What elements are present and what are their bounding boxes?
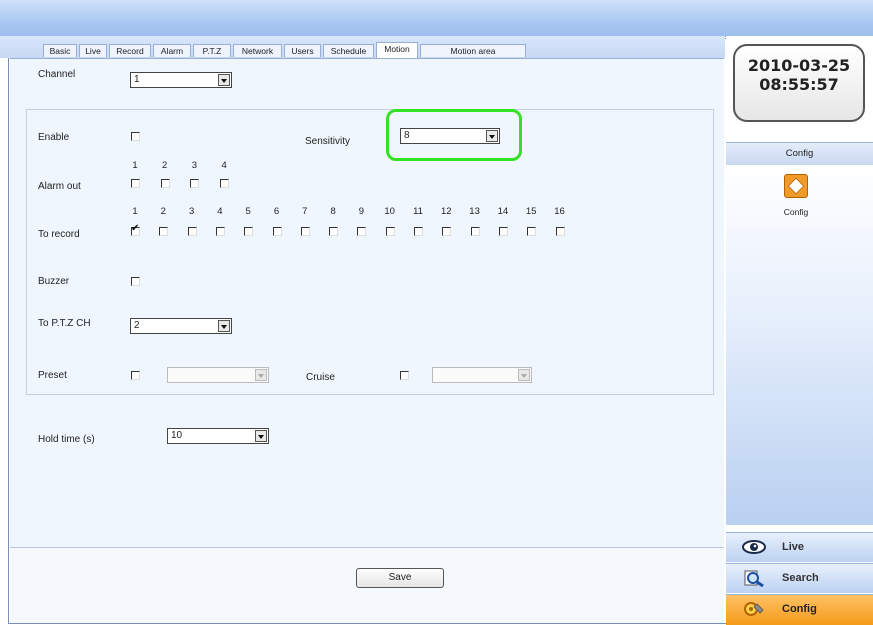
to-record-number: 6 — [273, 206, 280, 217]
config-panel-header: Config — [726, 142, 873, 166]
alarm-out-number: 2 — [162, 160, 168, 171]
to-record-checkbox[interactable] — [470, 227, 480, 236]
save-button[interactable]: Save — [356, 568, 444, 588]
enable-checkbox[interactable] — [131, 132, 140, 141]
alarm-out-checkbox[interactable] — [190, 179, 200, 188]
tab-motion-area[interactable]: Motion area — [420, 44, 526, 57]
tab-schedule[interactable]: Schedule — [323, 44, 374, 57]
to-record-number: 15 — [525, 206, 537, 217]
hold-time-label: Hold time (s) — [38, 434, 95, 445]
nav-search-button[interactable]: Search — [726, 563, 873, 593]
tab-motion[interactable]: Motion — [376, 42, 418, 58]
sensitivity-label: Sensitivity — [305, 136, 351, 147]
to-record-checkbox[interactable] — [244, 227, 254, 236]
cruise-select[interactable] — [432, 367, 532, 383]
to-record-number: 7 — [302, 206, 308, 217]
to-record-number: 11 — [413, 206, 423, 217]
tab-ptz[interactable]: P.T.Z — [193, 44, 231, 57]
nav-config-label: Config — [782, 603, 817, 615]
preset-select[interactable] — [167, 367, 269, 383]
to-record-number: 8 — [330, 206, 336, 217]
cruise-checkbox[interactable] — [400, 371, 409, 380]
motion-options-group — [26, 109, 714, 395]
to-record-number: 4 — [217, 206, 223, 217]
alarm-out-checkbox[interactable] — [131, 179, 140, 188]
nav-search-label: Search — [782, 572, 819, 584]
alarm-out-checkbox[interactable] — [160, 179, 170, 188]
to-ptz-label: To P.T.Z CH — [38, 318, 91, 329]
to-record-checkbox[interactable] — [215, 227, 225, 236]
nav-live-label: Live — [782, 541, 805, 553]
buzzer-checkbox[interactable] — [131, 277, 140, 286]
nav-live-button[interactable]: Live — [726, 532, 873, 562]
top-bar — [0, 0, 873, 37]
chevron-down-icon[interactable] — [218, 74, 230, 86]
clock-time: 08:55:57 — [759, 75, 839, 94]
search-icon — [744, 570, 764, 587]
eye-icon — [742, 540, 766, 554]
to-record-checkbox[interactable] — [527, 227, 537, 236]
alarm-out-number: 4 — [221, 160, 227, 171]
to-record-number: 16 — [554, 206, 565, 217]
chevron-down-icon[interactable] — [518, 369, 530, 381]
preset-label: Preset — [38, 370, 67, 381]
tab-basic[interactable]: Basic — [43, 44, 77, 57]
clock-date: 2010-03-25 — [747, 56, 851, 75]
channel-select[interactable]: 1 — [130, 72, 232, 88]
to-record-checkbox[interactable] — [357, 227, 367, 236]
to-record-checkbox[interactable] — [555, 227, 565, 236]
to-record-checkbox[interactable] — [131, 223, 140, 236]
to-record-label: To record — [38, 229, 80, 240]
channel-value: 1 — [134, 74, 140, 85]
alarm-out-label: Alarm out — [38, 181, 81, 192]
to-record-number: 3 — [188, 206, 195, 217]
to-record-number: 9 — [358, 206, 365, 217]
to-record-checkbox[interactable] — [498, 227, 508, 236]
to-record-checkbox[interactable] — [159, 227, 169, 236]
to-record-number: 10 — [384, 206, 395, 217]
hold-time-value: 10 — [171, 430, 183, 441]
chevron-down-icon[interactable] — [218, 320, 230, 332]
to-record-checkbox[interactable] — [329, 227, 339, 236]
config-icon-label[interactable]: Config — [770, 207, 822, 217]
highlight-outline — [386, 109, 522, 161]
to-ptz-value: 2 — [134, 320, 140, 331]
alarm-out-number: 3 — [191, 160, 198, 171]
to-record-checkbox[interactable] — [414, 227, 423, 236]
to-record-checkbox[interactable] — [385, 227, 395, 236]
preset-checkbox[interactable] — [131, 371, 140, 380]
tab-network[interactable]: Network — [233, 44, 282, 57]
to-record-number: 5 — [245, 206, 251, 217]
to-record-number: 13 — [469, 206, 480, 217]
to-record-checkbox[interactable] — [300, 227, 310, 236]
tab-record[interactable]: Record — [109, 44, 151, 57]
to-record-checkbox[interactable] — [442, 227, 452, 236]
enable-label: Enable — [38, 132, 70, 143]
channel-label: Channel — [38, 69, 76, 80]
config-icon — [744, 602, 764, 616]
hold-time-select[interactable]: 10 — [167, 428, 269, 444]
tab-live[interactable]: Live — [79, 44, 107, 57]
to-record-number: 12 — [441, 206, 452, 217]
tab-users[interactable]: Users — [284, 44, 321, 57]
alarm-out-number: 1 — [132, 160, 138, 171]
to-record-checkbox[interactable] — [187, 227, 197, 236]
config-icon[interactable] — [784, 174, 808, 198]
buzzer-label: Buzzer — [38, 276, 70, 287]
clock-display: 2010-03-25 08:55:57 — [733, 44, 865, 122]
to-record-number: 14 — [497, 206, 509, 217]
nav-config-button[interactable]: Config — [726, 594, 873, 625]
config-panel-body — [726, 165, 873, 525]
chevron-down-icon[interactable] — [255, 369, 267, 381]
chevron-down-icon[interactable] — [255, 430, 267, 442]
to-record-checkbox[interactable] — [272, 227, 282, 236]
to-ptz-select[interactable]: 2 — [130, 318, 232, 334]
alarm-out-checkbox[interactable] — [220, 179, 230, 188]
to-record-number: 2 — [160, 206, 166, 217]
to-record-number: 1 — [132, 206, 138, 217]
tab-alarm[interactable]: Alarm — [153, 44, 191, 57]
cruise-label: Cruise — [306, 372, 335, 383]
